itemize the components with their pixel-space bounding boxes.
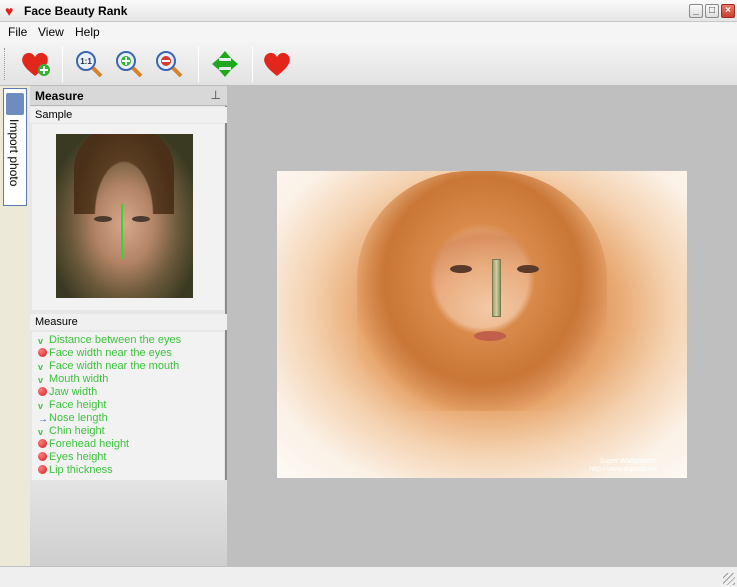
panel-header: Measure ⊥ (30, 86, 227, 106)
toolbar-separator (198, 46, 199, 82)
sample-photo (56, 134, 193, 298)
main-photo[interactable]: Super Wallpapers! http://www.supwal.net (277, 171, 687, 478)
menu-file[interactable]: File (8, 25, 27, 39)
check-icon: v (38, 401, 44, 411)
toolbar: 1:1 (0, 42, 737, 86)
move-arrows-icon (212, 51, 238, 77)
zoom-out-icon (156, 51, 183, 78)
zoom-1to1-icon: 1:1 (76, 51, 103, 78)
main-photo-lips (474, 331, 506, 341)
status-bar (0, 566, 737, 587)
check-icon: v (38, 336, 44, 346)
sample-eye-left (94, 216, 112, 222)
check-icon: v (38, 375, 44, 385)
workspace[interactable]: Super Wallpapers! http://www.supwal.net (227, 86, 737, 566)
minimize-button[interactable]: _ (689, 4, 703, 18)
import-photo-label: Import photo (7, 119, 21, 187)
main-photo-hair (357, 171, 607, 411)
measure-item[interactable]: Eyes height (38, 451, 106, 464)
main-photo-eye-left (450, 265, 472, 273)
measure-item[interactable]: v Chin height (38, 425, 105, 438)
measure-item[interactable]: v Face height (38, 399, 106, 412)
zoom-actual-button[interactable]: 1:1 (72, 48, 106, 80)
red-dot-icon (38, 348, 47, 357)
move-button[interactable] (208, 48, 242, 80)
toolbar-grip (4, 48, 7, 80)
measure-label: Measure (30, 314, 227, 330)
measure-item[interactable]: →Nose length (38, 412, 108, 425)
maximize-button[interactable]: □ (705, 4, 719, 18)
heart-icon (264, 52, 290, 76)
rank-button[interactable] (260, 48, 294, 80)
toolbar-separator (62, 46, 63, 82)
title-bar: ♥ Face Beauty Rank _ □ × (0, 0, 737, 22)
red-dot-icon (38, 465, 47, 474)
menu-view[interactable]: View (38, 25, 64, 39)
measure-panel: Measure ⊥ Sample Measure v Distance betwe… (30, 86, 227, 566)
menu-bar: File View Help (0, 22, 737, 42)
panel-empty-area (30, 480, 227, 566)
measure-item[interactable]: v Face width near the mouth (38, 360, 179, 373)
measure-item[interactable]: Forehead height (38, 438, 129, 451)
photo-watermark: Super Wallpapers! http://www.supwal.net (589, 458, 657, 473)
person-icon (6, 93, 24, 115)
measure-item[interactable]: Lip thickness (38, 464, 113, 477)
svg-text:1:1: 1:1 (80, 57, 92, 66)
heart-plus-icon (22, 52, 50, 76)
measure-item[interactable]: v Distance between the eyes (38, 334, 181, 347)
nose-length-marker[interactable] (492, 259, 501, 317)
measure-list: v Distance between the eyes Face width ne… (32, 332, 224, 480)
check-icon: v (38, 427, 44, 437)
zoom-in-button[interactable] (112, 48, 146, 80)
sample-eye-right (132, 216, 150, 222)
menu-help[interactable]: Help (75, 25, 100, 39)
toolbar-separator (252, 46, 253, 82)
sample-box (32, 124, 224, 310)
check-icon: v (38, 362, 44, 372)
sample-hair (74, 134, 174, 214)
import-photo-tab[interactable]: Import photo (3, 88, 27, 206)
zoom-out-button[interactable] (152, 48, 186, 80)
main-photo-eye-right (517, 265, 539, 273)
pin-icon[interactable]: ⊥ (211, 88, 221, 102)
red-dot-icon (38, 387, 47, 396)
measure-item[interactable]: v Mouth width (38, 373, 108, 386)
panel-title: Measure (35, 89, 84, 103)
arrow-right-icon: → (38, 414, 48, 425)
measure-item[interactable]: Jaw width (38, 386, 97, 399)
red-dot-icon (38, 452, 47, 461)
resize-grip[interactable] (723, 573, 735, 585)
red-dot-icon (38, 439, 47, 448)
window-title: Face Beauty Rank (24, 4, 128, 18)
close-button[interactable]: × (721, 4, 735, 18)
add-photo-button[interactable] (18, 48, 52, 80)
sample-label: Sample (30, 107, 227, 123)
measure-item[interactable]: Face width near the eyes (38, 347, 172, 360)
heart-icon: ♥ (5, 3, 14, 19)
zoom-in-icon (116, 51, 143, 78)
sample-measure-line (121, 204, 123, 259)
